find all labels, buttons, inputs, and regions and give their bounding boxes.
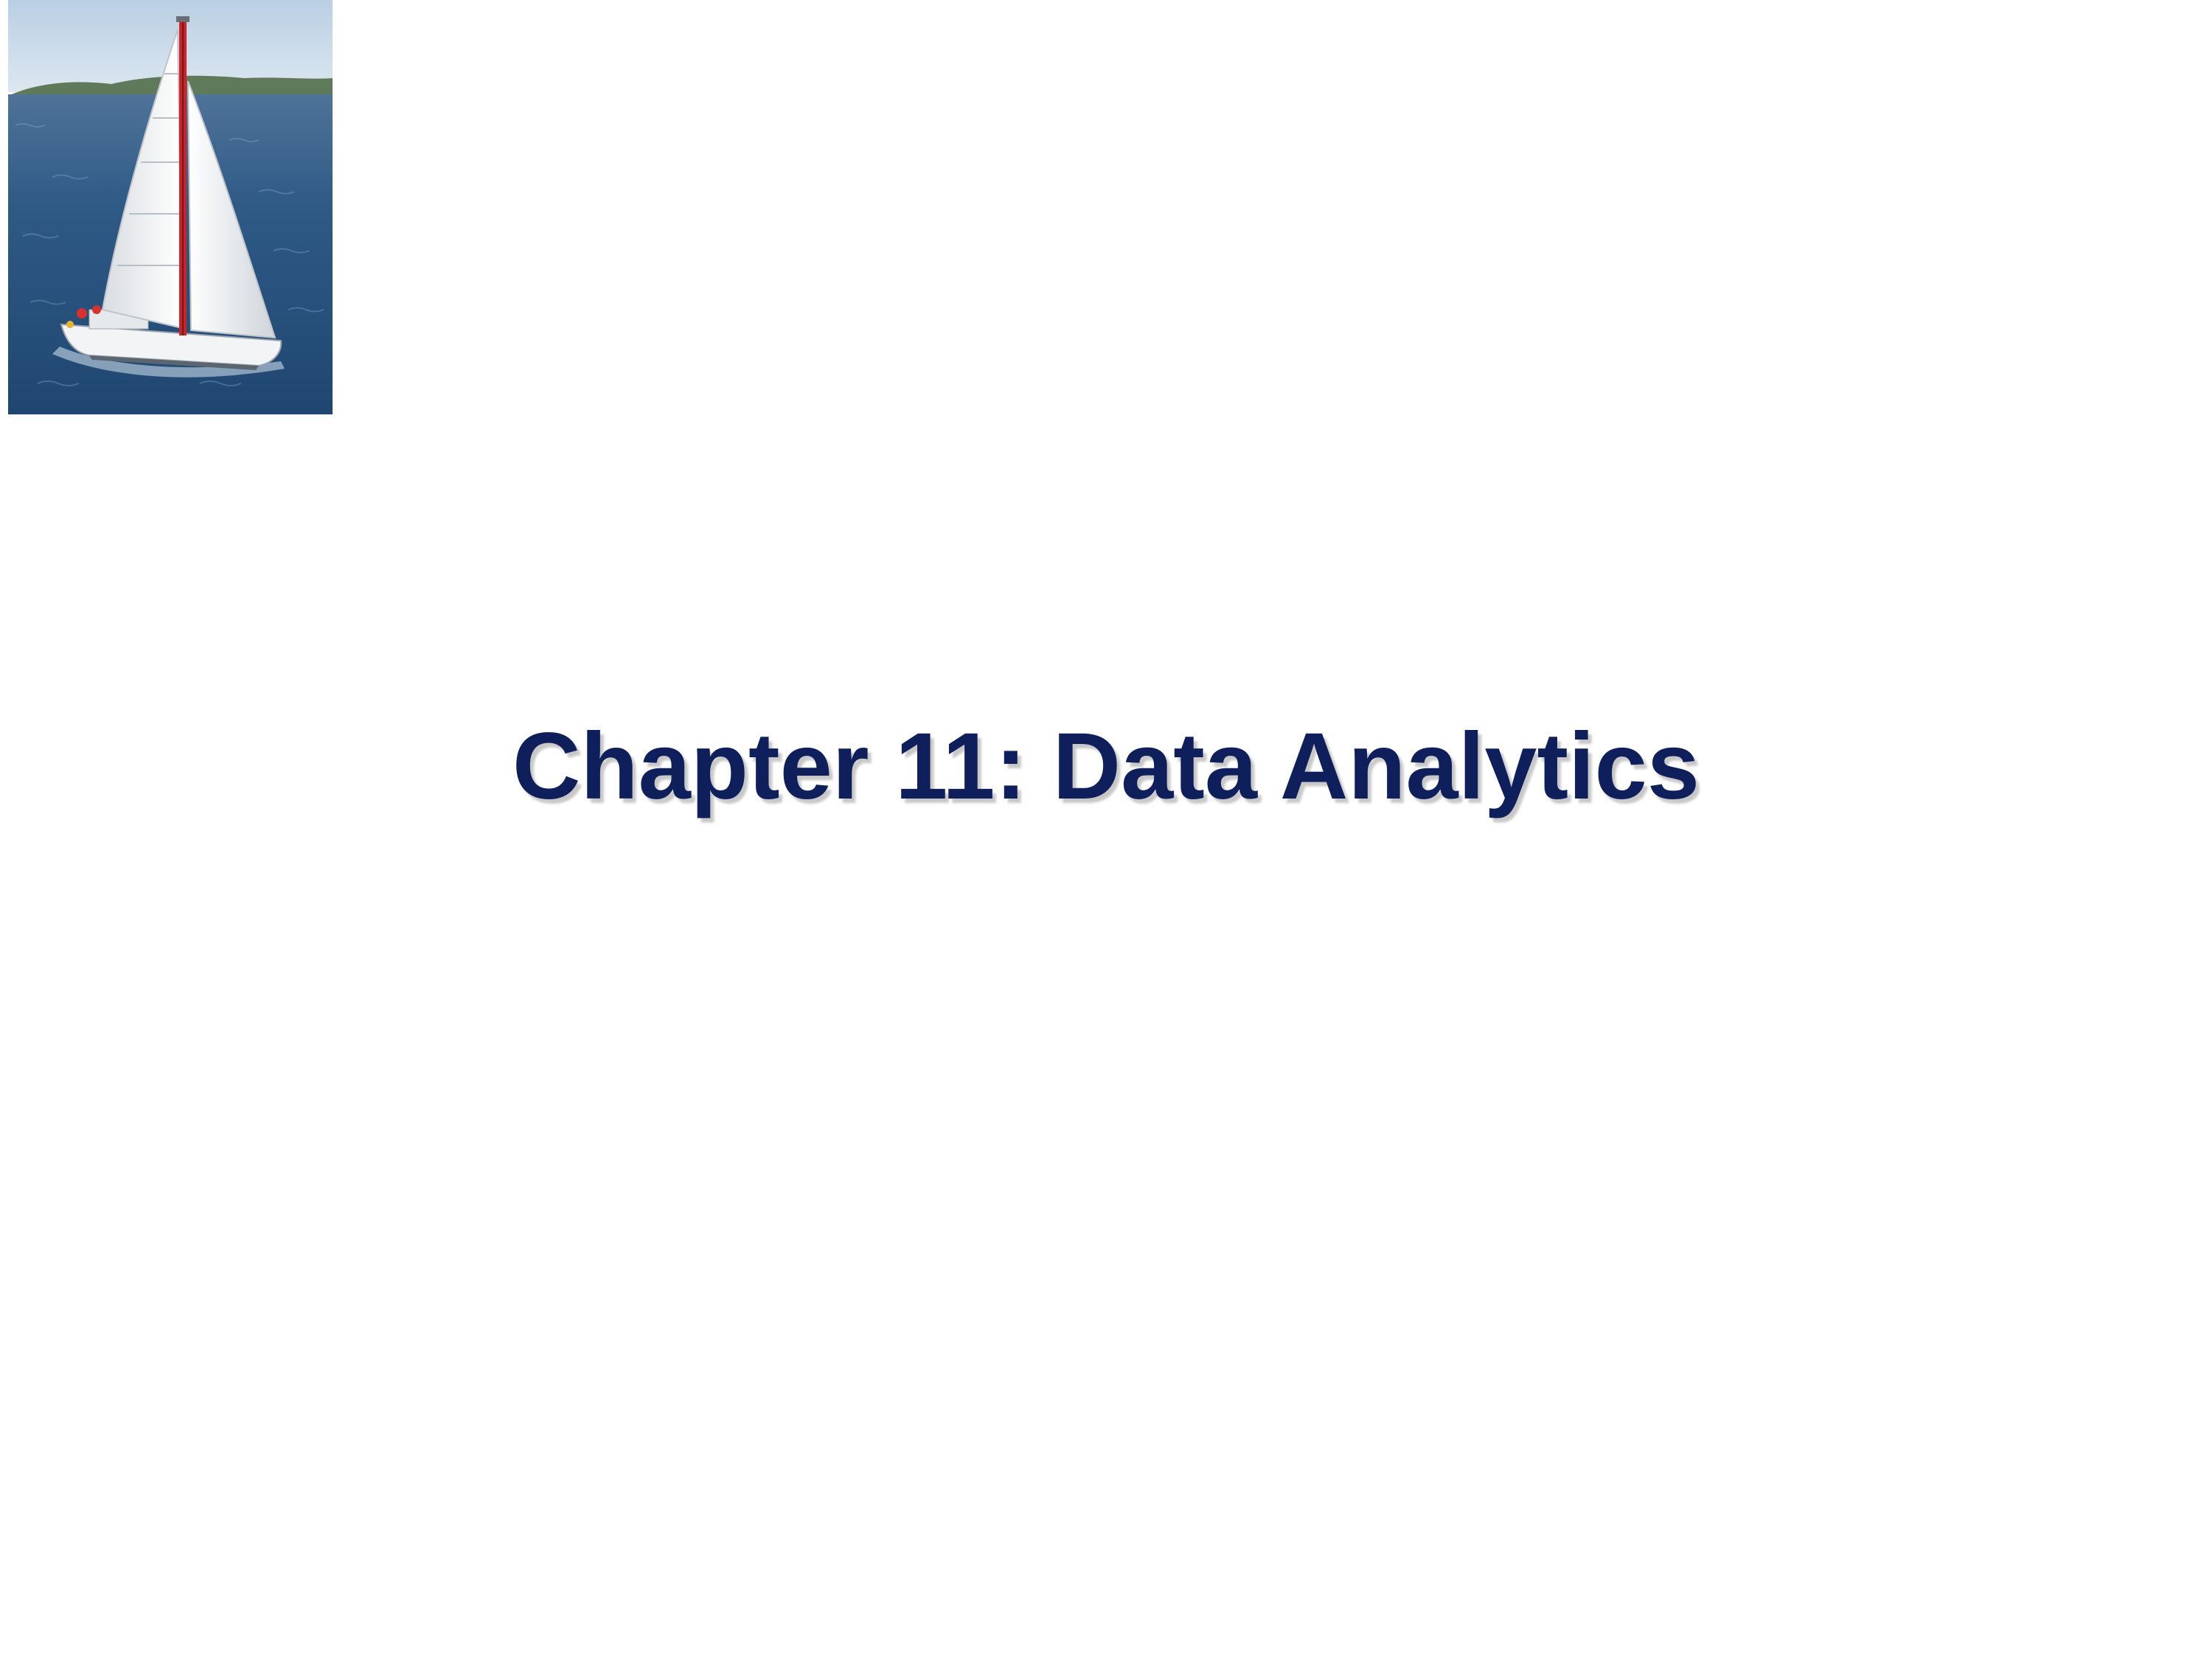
sailboat-photo — [8, 0, 333, 414]
slide: Chapter 11: Data Analytics — [0, 0, 2212, 1659]
slide-title: Chapter 11: Data Analytics — [512, 714, 1700, 819]
